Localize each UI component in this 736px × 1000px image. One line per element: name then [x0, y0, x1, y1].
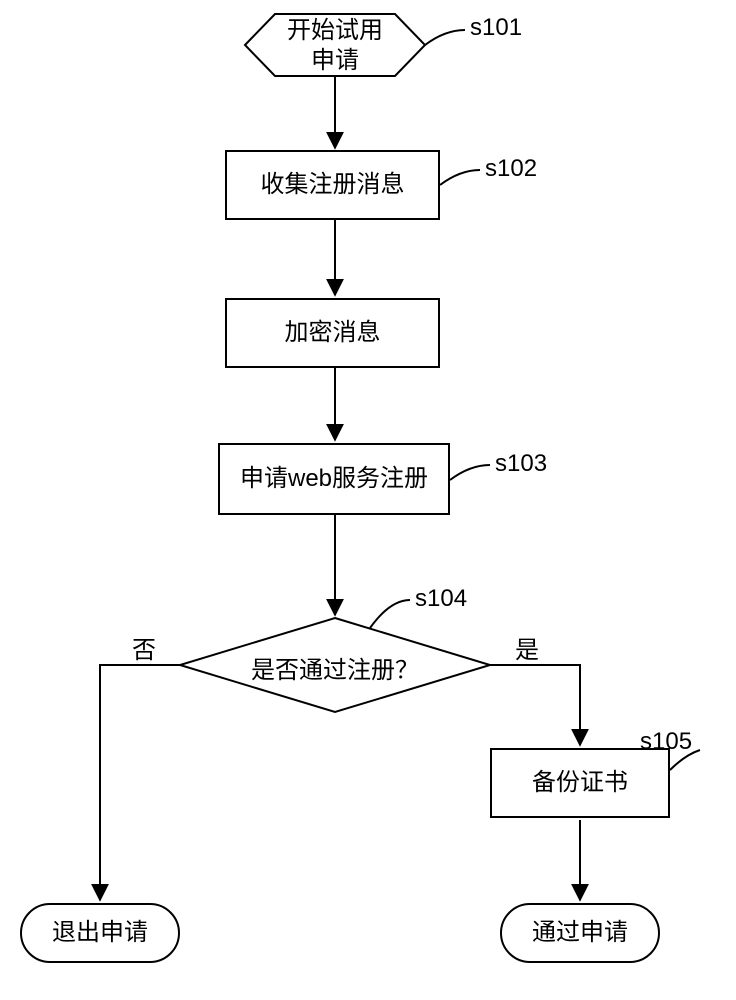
exit-text: 退出申请: [52, 917, 148, 948]
backup-text: 备份证书: [532, 767, 628, 798]
backup-node: 备份证书: [490, 748, 670, 818]
pass-node: 通过申请: [500, 903, 660, 963]
encrypt-text: 加密消息: [285, 317, 381, 348]
apply-node: 申请web服务注册: [218, 443, 450, 515]
start-node: 开始试用 申请: [260, 16, 410, 76]
pass-text: 通过申请: [532, 917, 628, 948]
tag-s105: s105: [640, 728, 692, 756]
apply-text: 申请web服务注册: [240, 463, 428, 494]
encrypt-node: 加密消息: [225, 298, 440, 368]
exit-node: 退出申请: [20, 903, 180, 963]
decision-no-label: 否: [132, 630, 156, 665]
decision-yes-label: 是: [515, 630, 539, 665]
tag-s103: s103: [495, 450, 547, 478]
collect-node: 收集注册消息: [225, 150, 440, 220]
decision-node: 是否通过注册？: [235, 650, 435, 685]
collect-text: 收集注册消息: [261, 169, 405, 200]
tag-s102: s102: [485, 155, 537, 183]
tag-s104: s104: [415, 585, 467, 613]
tag-s101: s101: [470, 14, 522, 42]
decision-text: 是否通过注册？: [251, 657, 419, 684]
